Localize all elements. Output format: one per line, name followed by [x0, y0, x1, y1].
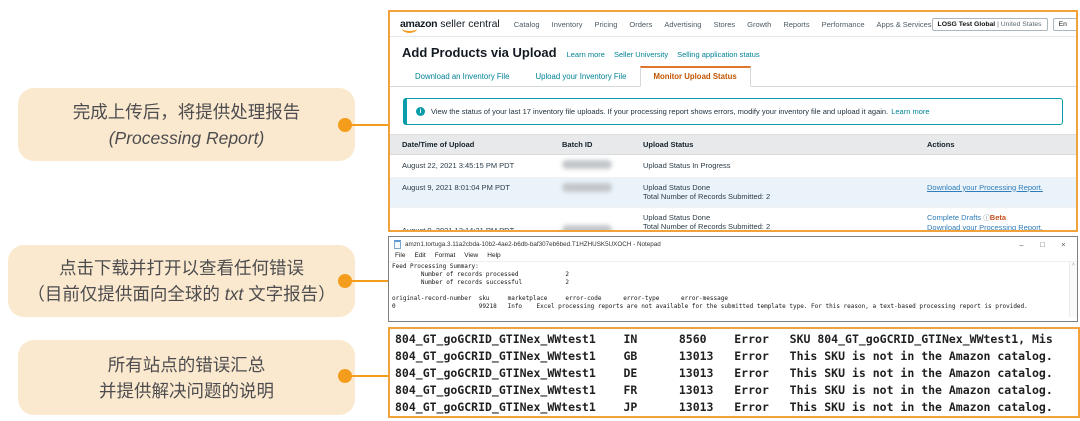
callout-error-summary: 所有站点的错误汇总 并提供解决问题的说明 [18, 340, 355, 415]
callout-line: 完成上传后，将提供处理报告 [73, 99, 301, 125]
learn-more-link[interactable]: Learn more [567, 50, 605, 59]
actions-cell: Complete Drafts ⓘBeta Download your Proc… [927, 213, 1076, 233]
nav-item-inventory[interactable]: Inventory [552, 20, 583, 29]
notepad-menubar: File Edit Format View Help [389, 252, 1077, 261]
download-processing-report-link[interactable]: Download your Processing Report. [927, 183, 1043, 192]
upload-date: August 9, 2021 8:01:04 PM PDT [402, 183, 562, 202]
error-report-excerpt: 804_GT_goGCRID_GTINex_WWtest1 IN 8560 Er… [388, 327, 1080, 418]
banner-learn-more-link[interactable]: Learn more [891, 107, 929, 116]
language-selector[interactable]: En [1053, 18, 1078, 31]
upload-status: Upload Status Done Total Number of Recor… [643, 213, 927, 233]
menu-view[interactable]: View [464, 252, 478, 259]
error-row: 804_GT_goGCRID_GTINex_WWtest1 GB 13013 E… [395, 348, 1078, 365]
callout-line: (Processing Report) [109, 125, 265, 151]
notepad-text-area[interactable]: Feed Processing Summary: Number of recor… [389, 262, 1077, 312]
page-title: Add Products via Upload [402, 45, 557, 60]
minimize-icon[interactable]: – [1011, 240, 1032, 249]
upload-date: August 9, 2021 12:14:21 PM PDT [402, 226, 562, 233]
nav-item-performance[interactable]: Performance [822, 20, 865, 29]
maximize-icon[interactable]: □ [1032, 240, 1053, 249]
menu-help[interactable]: Help [487, 252, 500, 259]
connector-line [345, 280, 388, 282]
upload-table-row: August 9, 2021 8:01:04 PM PDT Upload Sta… [390, 178, 1076, 208]
nav-item-orders[interactable]: Orders [629, 20, 652, 29]
menu-format[interactable]: Format [435, 252, 456, 259]
col-date-time: Date/Time of Upload [402, 140, 562, 149]
upload-table-row: August 22, 2021 3:45:15 PM PDT Upload St… [390, 155, 1076, 178]
amazon-smile-icon [402, 28, 417, 33]
callout-processing-report: 完成上传后，将提供处理报告 (Processing Report) [18, 88, 355, 161]
connector-line [345, 124, 388, 126]
col-batch-id: Batch ID [562, 140, 643, 149]
infographic-canvas: 完成上传后，将提供处理报告 (Processing Report) 点击下载并打… [0, 0, 1080, 421]
col-actions: Actions [927, 140, 1076, 149]
tab-monitor-upload-status[interactable]: Monitor Upload Status [640, 66, 751, 87]
info-banner: i View the status of your last 17 invent… [403, 98, 1063, 125]
nav-item-reports[interactable]: Reports [783, 20, 809, 29]
notepad-titlebar[interactable]: amzn1.tortuga.3.11a2cbda-10b2-4ae2-b6db-… [389, 237, 1077, 252]
col-upload-status: Upload Status [643, 140, 927, 149]
batch-id-redacted [562, 225, 612, 233]
menu-edit[interactable]: Edit [414, 252, 425, 259]
error-row: 804_GT_goGCRID_GTINex_WWtest1 JP 13013 E… [395, 399, 1078, 416]
batch-id-redacted [562, 183, 612, 192]
close-icon[interactable]: × [1053, 240, 1074, 249]
nav-item-pricing[interactable]: Pricing [594, 20, 617, 29]
upload-tabs: Download an Inventory File Upload your I… [390, 66, 1076, 87]
connector-line [345, 375, 388, 377]
callout-line: 所有站点的错误汇总 [108, 352, 266, 378]
download-processing-report-link[interactable]: Download your Processing Report. [927, 223, 1043, 232]
notepad-icon [394, 240, 401, 249]
seller-central-screenshot: amazon seller central Catalog Inventory … [388, 10, 1078, 232]
error-row: 804_GT_goGCRID_GTINex_WWtest1 FR 13013 E… [395, 382, 1078, 399]
seller-university-link[interactable]: Seller University [614, 50, 668, 59]
upload-table-header: Date/Time of Upload Batch ID Upload Stat… [390, 134, 1076, 155]
callout-line: 并提供解决问题的说明 [99, 378, 274, 404]
scrollbar[interactable]: ˄ [1069, 262, 1077, 317]
upload-date: August 22, 2021 3:45:15 PM PDT [402, 161, 562, 171]
tab-upload-inventory-file[interactable]: Upload your Inventory File [522, 68, 639, 86]
upload-status: Upload Status In Progress [643, 161, 927, 171]
nav-item-advertising[interactable]: Advertising [664, 20, 701, 29]
beta-badge: Beta [990, 213, 1006, 222]
nav-item-apps-services[interactable]: Apps & Services [877, 20, 932, 29]
callout-line: （目前仅提供面向全球的 txt 文字报告） [27, 281, 335, 307]
batch-id-redacted [562, 160, 612, 169]
notepad-title: amzn1.tortuga.3.11a2cbda-10b2-4ae2-b6db-… [405, 241, 1007, 248]
callout-line: 点击下载并打开以查看任何错误 [59, 255, 304, 281]
nav-item-catalog[interactable]: Catalog [514, 20, 540, 29]
error-row: 804_GT_goGCRID_GTINex_WWtest1 IN 8560 Er… [395, 331, 1078, 348]
tab-download-inventory-file[interactable]: Download an Inventory File [402, 68, 522, 86]
nav-item-growth[interactable]: Growth [747, 20, 771, 29]
scroll-up-icon[interactable]: ˄ [1072, 262, 1075, 268]
upload-status: Upload Status Done Total Number of Recor… [643, 183, 927, 202]
top-navbar: amazon seller central Catalog Inventory … [390, 12, 1076, 37]
account-selector[interactable]: LOSG Test Global | United States [932, 18, 1048, 31]
banner-text: View the status of your last 17 inventor… [431, 107, 930, 116]
selling-application-status-link[interactable]: Selling application status [677, 50, 760, 59]
notepad-window: amzn1.tortuga.3.11a2cbda-10b2-4ae2-b6db-… [388, 236, 1078, 322]
menu-file[interactable]: File [395, 252, 405, 259]
nav-item-stores[interactable]: Stores [713, 20, 735, 29]
callout-download-errors: 点击下载并打开以查看任何错误 （目前仅提供面向全球的 txt 文字报告） [8, 245, 355, 317]
info-icon: i [416, 107, 425, 116]
upload-table-row: August 9, 2021 12:14:21 PM PDT Upload St… [390, 208, 1076, 233]
complete-drafts-link[interactable]: Complete Drafts [927, 213, 981, 222]
error-row: 804_GT_goGCRID_GTINex_WWtest1 DE 13013 E… [395, 365, 1078, 382]
amazon-seller-central-logo[interactable]: amazon seller central [400, 18, 500, 30]
main-nav: Catalog Inventory Pricing Orders Adverti… [514, 20, 932, 29]
